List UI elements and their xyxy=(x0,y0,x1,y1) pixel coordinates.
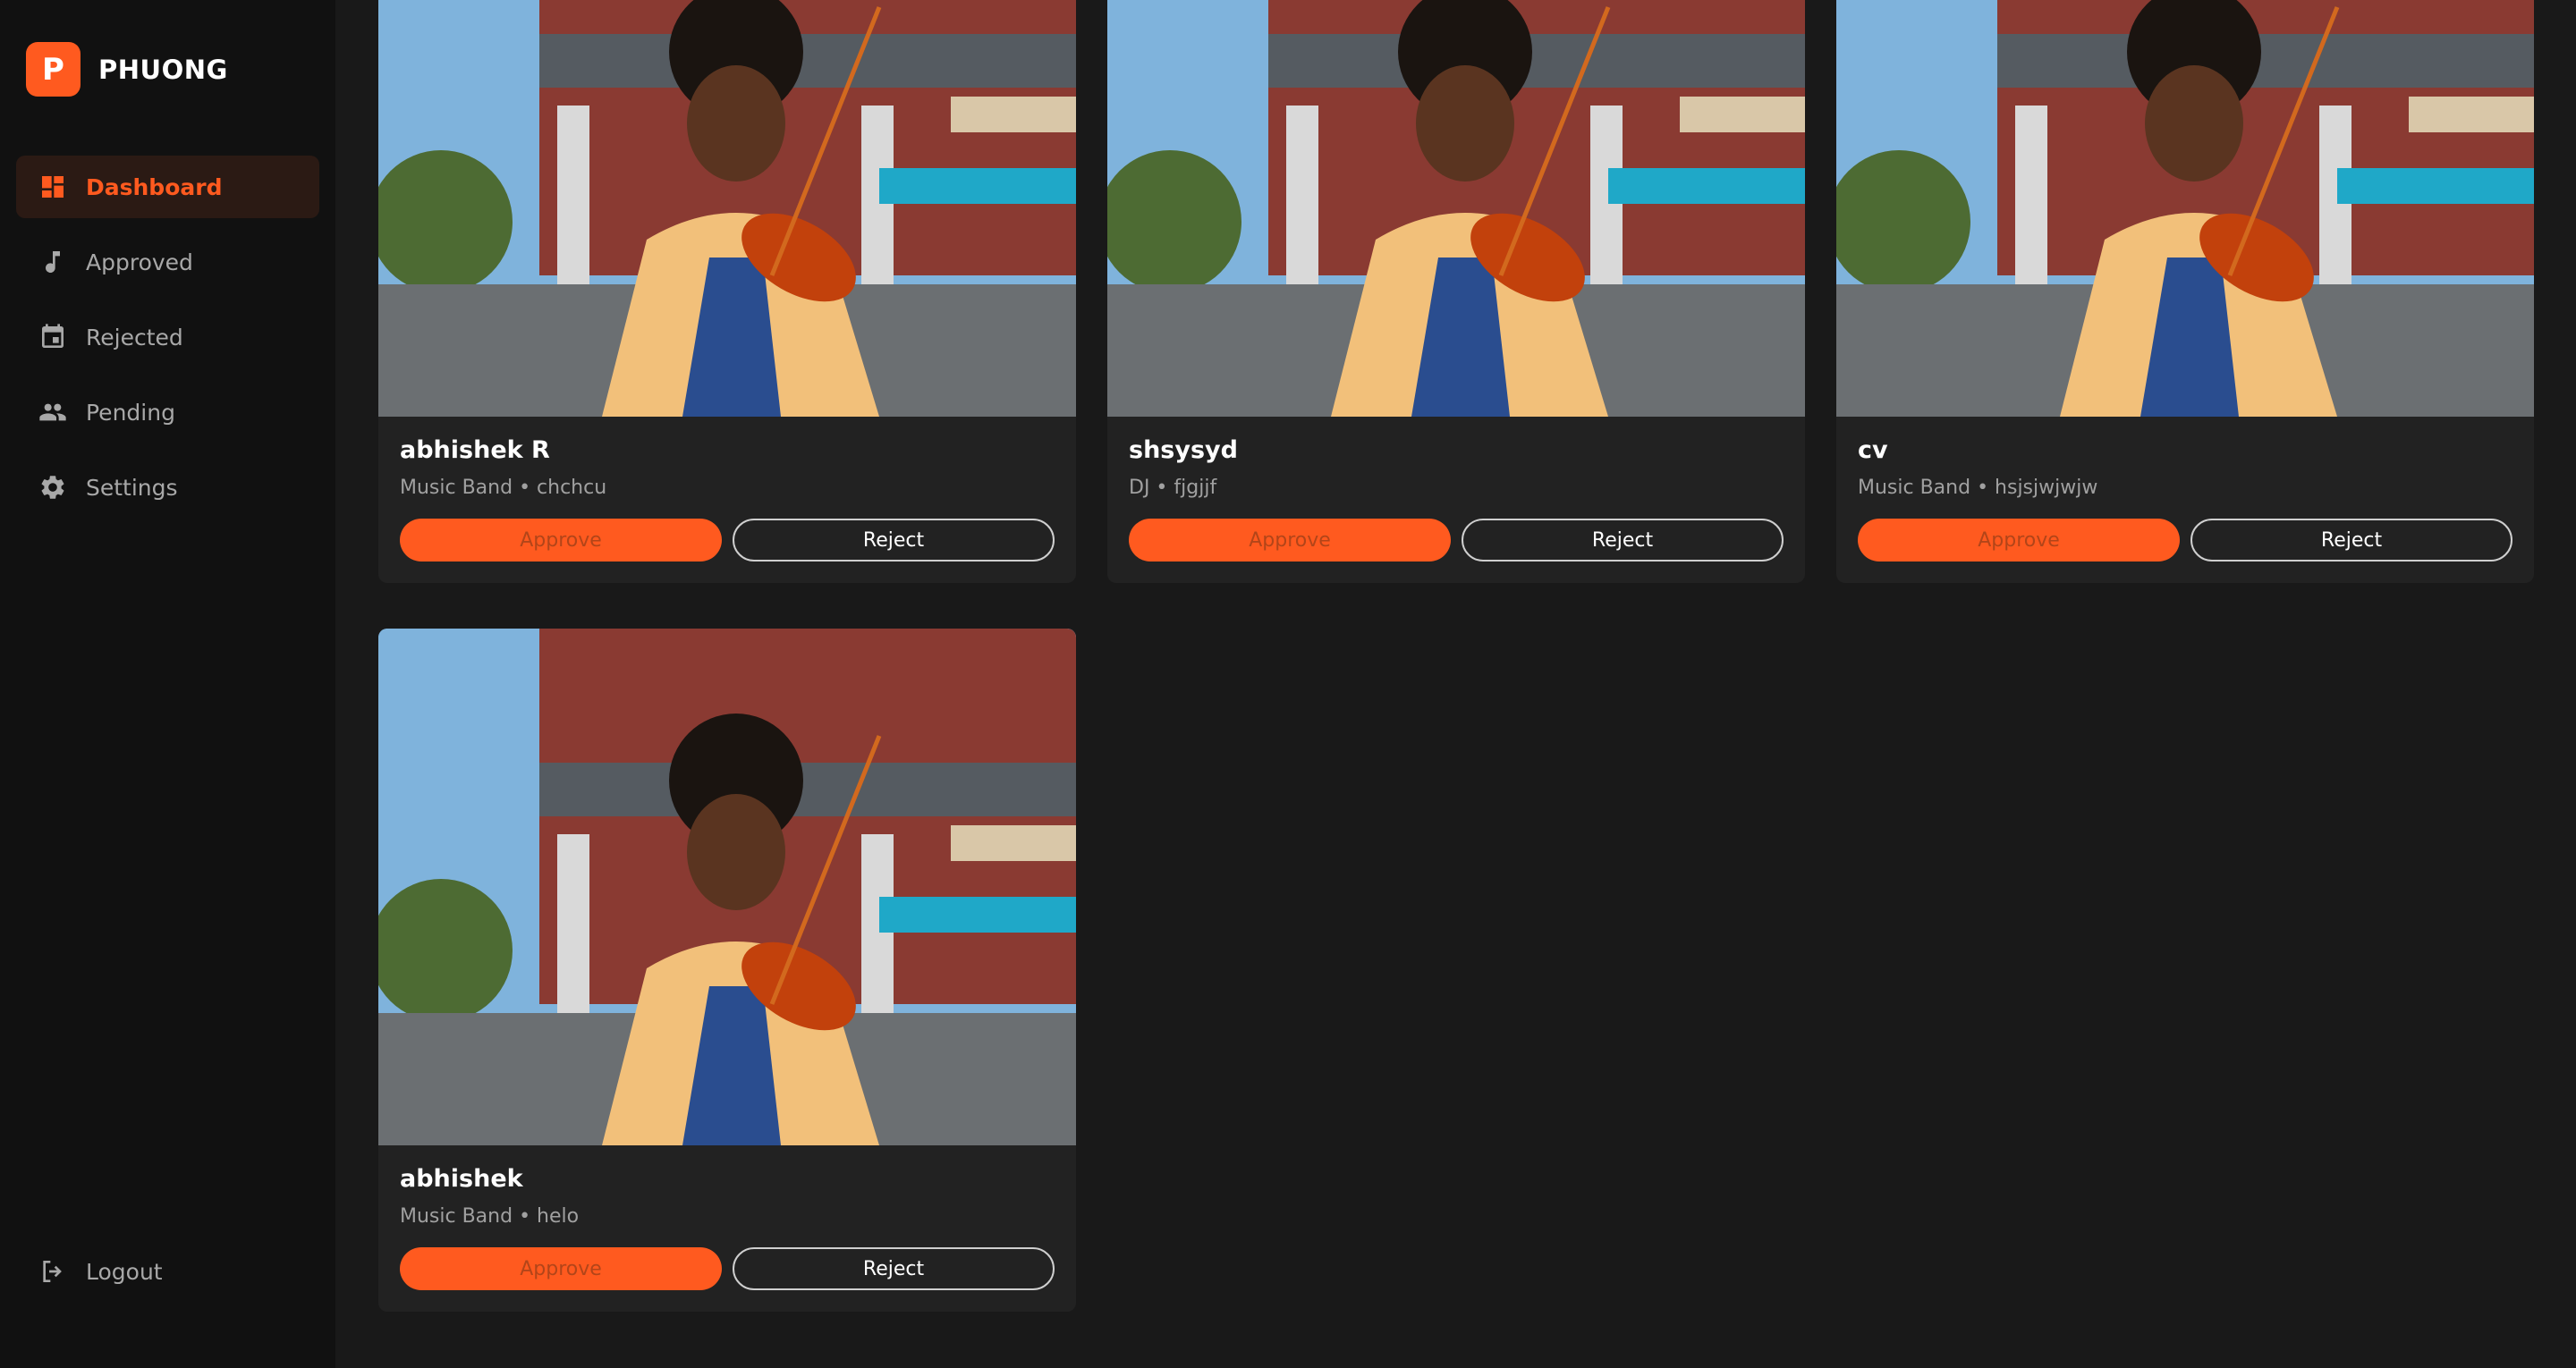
logout-button[interactable]: Logout xyxy=(38,1256,163,1287)
artist-card: abhishek Music Band • helo Approve Rejec… xyxy=(378,629,1076,1312)
artist-name: abhishek xyxy=(400,1165,523,1193)
sidebar-item-pending[interactable]: Pending xyxy=(16,381,319,443)
approve-button[interactable]: Approve xyxy=(400,519,722,562)
sidebar-item-settings[interactable]: Settings xyxy=(16,456,319,519)
sidebar-item-label: Approved xyxy=(86,249,193,275)
artist-card: shsysyd DJ • fjgjjf Approve Reject xyxy=(1107,0,1805,583)
sidebar-nav: Dashboard Approved Rejected Pending Sett… xyxy=(16,156,319,531)
artist-meta: Music Band • hsjsjwjwjw xyxy=(1858,477,2098,499)
artist-card: cv Music Band • hsjsjwjwjw Approve Rejec… xyxy=(1836,0,2534,583)
sidebar-item-label: Settings xyxy=(86,474,178,501)
approve-button[interactable]: Approve xyxy=(1129,519,1451,562)
brand-logo: P xyxy=(26,42,80,97)
brand-name: PHUONG xyxy=(98,54,228,85)
reject-button[interactable]: Reject xyxy=(2190,519,2512,562)
sidebar-item-dashboard[interactable]: Dashboard xyxy=(16,156,319,218)
people-icon xyxy=(38,397,68,427)
artist-name: cv xyxy=(1858,436,1888,464)
gear-icon xyxy=(38,472,68,502)
logout-label: Logout xyxy=(86,1258,163,1285)
artist-name: shsysyd xyxy=(1129,436,1238,464)
artist-photo xyxy=(378,0,1076,417)
brand[interactable]: P PHUONG xyxy=(26,42,228,97)
artist-name: abhishek R xyxy=(400,436,550,464)
main-content: abhishek R Music Band • chchcu Approve R… xyxy=(335,0,2576,1368)
artist-photo xyxy=(1836,0,2534,417)
logout-icon xyxy=(38,1256,68,1287)
reject-button[interactable]: Reject xyxy=(1462,519,1784,562)
artist-photo xyxy=(378,629,1076,1145)
sidebar-item-label: Rejected xyxy=(86,324,183,350)
sidebar-item-label: Pending xyxy=(86,399,175,426)
reject-button[interactable]: Reject xyxy=(733,1247,1055,1290)
calendar-icon xyxy=(38,322,68,352)
artist-meta: DJ • fjgjjf xyxy=(1129,477,1217,499)
approve-button[interactable]: Approve xyxy=(1858,519,2180,562)
artist-meta: Music Band • chchcu xyxy=(400,477,607,499)
approve-button[interactable]: Approve xyxy=(400,1247,722,1290)
sidebar-item-label: Dashboard xyxy=(86,173,223,200)
artist-photo xyxy=(1107,0,1805,417)
artist-card: abhishek R Music Band • chchcu Approve R… xyxy=(378,0,1076,583)
reject-button[interactable]: Reject xyxy=(733,519,1055,562)
dashboard-icon xyxy=(38,172,68,202)
sidebar-item-rejected[interactable]: Rejected xyxy=(16,306,319,368)
artist-meta: Music Band • helo xyxy=(400,1205,580,1228)
music-note-icon xyxy=(38,247,68,277)
sidebar: P PHUONG Dashboard Approved Rejected Pen… xyxy=(0,0,335,1368)
sidebar-item-approved[interactable]: Approved xyxy=(16,231,319,293)
